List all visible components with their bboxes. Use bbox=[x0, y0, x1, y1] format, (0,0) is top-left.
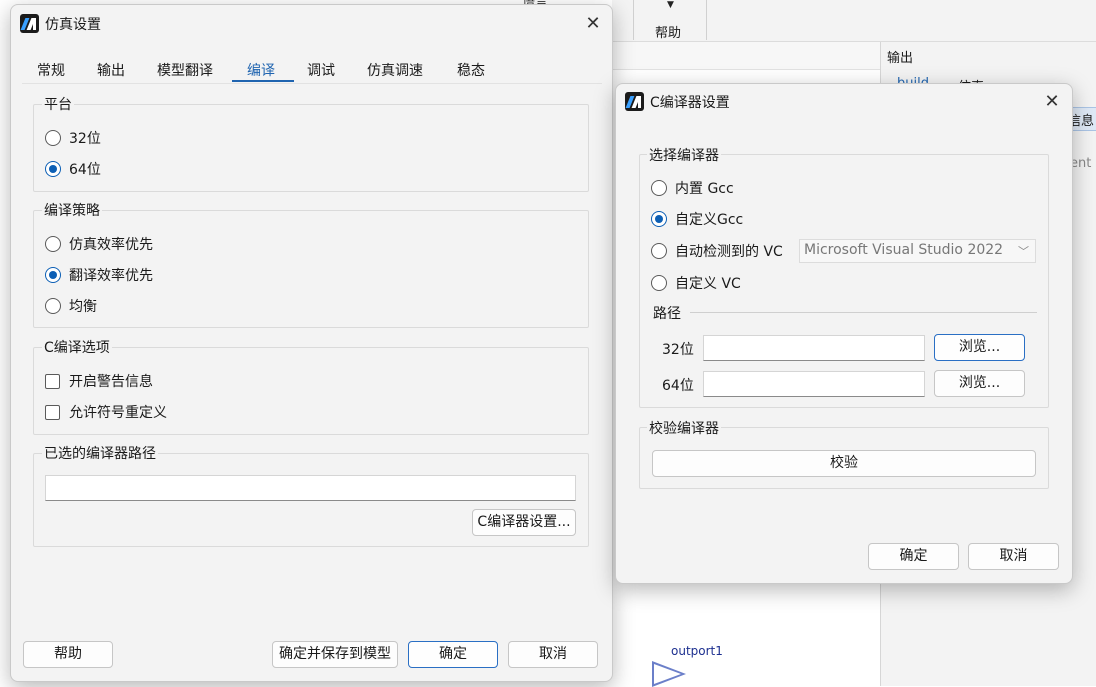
vc-version-dropdown[interactable]: Microsoft Visual Studio 2022 ﹀ bbox=[799, 239, 1036, 263]
output-panel-title: 输出 bbox=[887, 51, 914, 66]
canvas-header-strip bbox=[612, 42, 880, 70]
strategy-sim-efficiency-label: 仿真效率优先 bbox=[69, 237, 153, 253]
strategy-translate-efficiency-option[interactable]: 翻译效率优先 bbox=[45, 265, 153, 285]
main-toolbar bbox=[612, 0, 1096, 42]
left-canvas-strip bbox=[0, 0, 10, 686]
verify-button[interactable]: 校验 bbox=[652, 450, 1036, 477]
toolbar-help-button[interactable]: 帮助 bbox=[655, 22, 681, 41]
builtin-gcc-label: 内置 Gcc bbox=[675, 181, 734, 197]
custom-vc-label: 自定义 VC bbox=[675, 276, 741, 292]
platform-64bit-label: 64位 bbox=[69, 162, 101, 178]
tab-output[interactable]: 输出 bbox=[97, 58, 125, 82]
checkbox[interactable] bbox=[45, 373, 60, 389]
radio-button[interactable] bbox=[651, 180, 667, 196]
strategy-balanced-label: 均衡 bbox=[69, 299, 97, 315]
strategy-translate-efficiency-label: 翻译效率优先 bbox=[69, 268, 153, 284]
path-section-divider bbox=[690, 312, 1037, 313]
close-icon[interactable]: ✕ bbox=[582, 13, 604, 35]
ok-button[interactable]: 确定 bbox=[408, 641, 498, 668]
tab-general[interactable]: 常规 bbox=[37, 58, 65, 82]
active-tab-indicator bbox=[232, 80, 294, 82]
outport-block-label: outport1 bbox=[671, 644, 723, 658]
toolbar-separator bbox=[706, 0, 707, 40]
tab-sim-speed[interactable]: 仿真调速 bbox=[367, 58, 423, 82]
dialog-title: 仿真设置 bbox=[45, 17, 101, 33]
strategy-sim-efficiency-option[interactable]: 仿真效率优先 bbox=[45, 234, 153, 254]
allow-symbol-redefine-option[interactable]: 允许符号重定义 bbox=[45, 402, 167, 422]
enable-warnings-option[interactable]: 开启警告信息 bbox=[45, 371, 153, 391]
compiler-cancel-button[interactable]: 取消 bbox=[968, 543, 1059, 570]
custom-gcc-option[interactable]: 自定义Gcc bbox=[651, 209, 743, 229]
path-section-title: 路径 bbox=[653, 306, 681, 322]
custom-vc-option[interactable]: 自定义 VC bbox=[651, 273, 741, 293]
path-64bit-label: 64位 bbox=[662, 378, 694, 394]
chevron-down-icon: ﹀ bbox=[1018, 245, 1029, 258]
platform-32bit-label: 32位 bbox=[69, 131, 101, 147]
radio-button-checked[interactable] bbox=[45, 267, 61, 283]
dialog-title: C编译器设置 bbox=[650, 95, 730, 111]
platform-group bbox=[33, 104, 589, 192]
path-32bit-label: 32位 bbox=[662, 342, 694, 358]
output-partial-text: ent bbox=[1070, 156, 1092, 171]
browse-32bit-button[interactable]: 浏览... bbox=[934, 334, 1025, 361]
checkbox[interactable] bbox=[45, 404, 60, 420]
verify-compiler-group-title: 校验编译器 bbox=[647, 418, 721, 438]
c-options-group-title: C编译选项 bbox=[42, 337, 112, 357]
app-logo-icon bbox=[625, 92, 644, 111]
compiler-ok-button[interactable]: 确定 bbox=[868, 543, 959, 570]
radio-button[interactable] bbox=[45, 236, 61, 252]
toolbar-separator bbox=[633, 0, 634, 40]
ok-save-to-model-button[interactable]: 确定并保存到模型 bbox=[272, 641, 398, 668]
cancel-button[interactable]: 取消 bbox=[508, 641, 598, 668]
path-32bit-field[interactable] bbox=[703, 335, 925, 361]
tab-debug[interactable]: 调试 bbox=[307, 58, 335, 82]
compiler-path-field[interactable] bbox=[45, 475, 576, 501]
vc-version-value: Microsoft Visual Studio 2022 bbox=[804, 242, 1004, 258]
allow-symbol-redefine-label: 允许符号重定义 bbox=[69, 405, 167, 421]
builtin-gcc-option[interactable]: 内置 Gcc bbox=[651, 178, 734, 198]
platform-64bit-option[interactable]: 64位 bbox=[45, 159, 101, 179]
radio-button[interactable] bbox=[45, 298, 61, 314]
help-button[interactable]: 帮助 bbox=[23, 641, 113, 668]
radio-button-checked[interactable] bbox=[651, 211, 667, 227]
path-64bit-field[interactable] bbox=[703, 371, 925, 397]
tab-compile[interactable]: 编译 bbox=[247, 58, 275, 82]
strategy-balanced-option[interactable]: 均衡 bbox=[45, 296, 97, 316]
radio-button[interactable] bbox=[45, 130, 61, 146]
tab-bar-divider bbox=[22, 83, 602, 84]
app-logo-icon bbox=[20, 14, 39, 33]
radio-button-checked[interactable] bbox=[45, 161, 61, 177]
radio-button[interactable] bbox=[651, 275, 667, 291]
outport-block-icon-inner bbox=[654, 664, 681, 684]
auto-detected-vc-option[interactable]: 自动检测到的 VC bbox=[651, 241, 783, 261]
tab-model-translation[interactable]: 模型翻译 bbox=[157, 58, 213, 82]
enable-warnings-label: 开启警告信息 bbox=[69, 374, 153, 390]
select-compiler-group-title: 选择编译器 bbox=[647, 145, 721, 165]
platform-group-title: 平台 bbox=[42, 94, 74, 114]
tab-steady-state[interactable]: 稳态 bbox=[457, 58, 485, 82]
close-icon[interactable]: ✕ bbox=[1041, 91, 1063, 113]
radio-button[interactable] bbox=[651, 243, 667, 259]
browse-64bit-button[interactable]: 浏览... bbox=[934, 370, 1025, 397]
compiler-path-group-title: 已选的编译器路径 bbox=[42, 443, 158, 463]
strategy-group-title: 编译策略 bbox=[42, 200, 102, 220]
auto-detected-vc-label: 自动检测到的 VC bbox=[675, 244, 783, 260]
c-compiler-settings-button[interactable]: C编译器设置... bbox=[472, 509, 576, 536]
platform-32bit-option[interactable]: 32位 bbox=[45, 128, 101, 148]
chevron-down-icon[interactable]: ▼ bbox=[667, 0, 674, 10]
custom-gcc-label: 自定义Gcc bbox=[675, 212, 744, 228]
